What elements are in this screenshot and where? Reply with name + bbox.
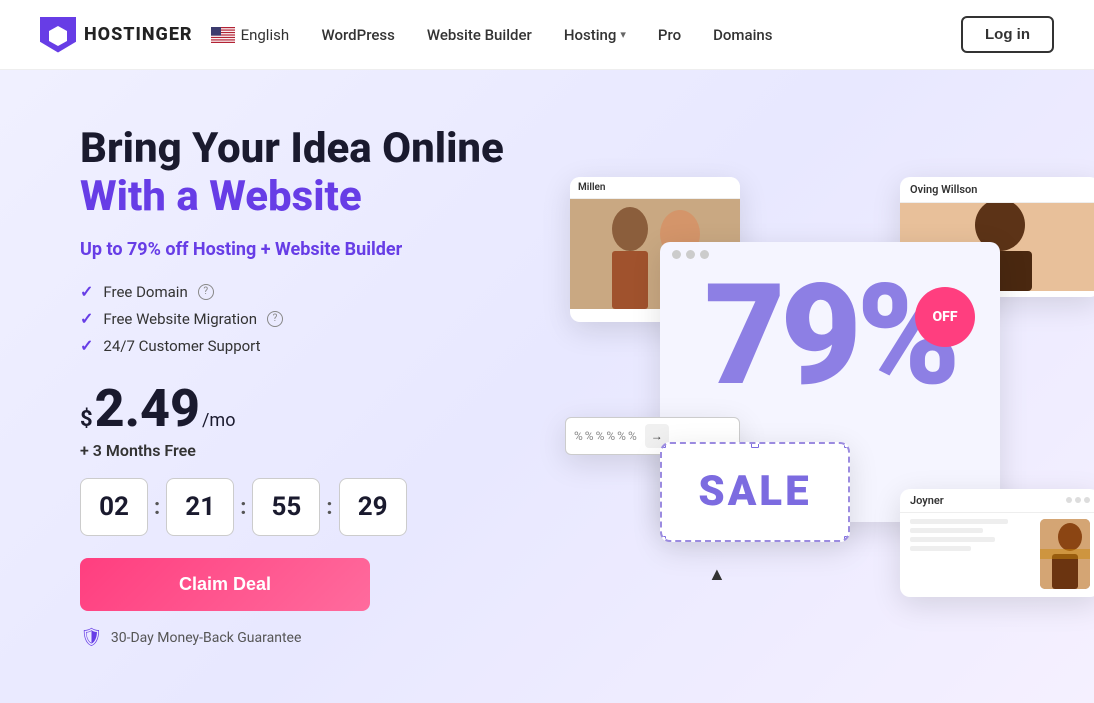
joyner-line-4 [910,546,971,551]
hero-content: Bring Your Idea Online With a Website Up… [80,125,540,649]
check-icon-2: ✓ [80,309,93,328]
nav-links: WordPress Website Builder Hosting ▾ Pro … [322,26,773,44]
dot-1 [672,250,681,259]
oving-label: Oving Willson [900,177,1094,203]
flag-icon [211,27,235,43]
chevron-down-icon: ▾ [620,28,626,41]
millen-label: Millen [570,177,740,199]
language-label: English [241,26,290,44]
nav-pro[interactable]: Pro [658,26,681,44]
off-badge: OFF [915,287,975,347]
info-icon-migration[interactable]: ? [267,311,283,327]
joyner-body [900,513,1094,595]
sale-text: SALE [698,467,811,516]
joyner-line-1 [910,519,1008,524]
handle-br [844,536,850,542]
nav-wordpress[interactable]: WordPress [322,26,395,44]
feature-domain: ✓ Free Domain ? [80,282,540,301]
joyner-line-3 [910,537,995,542]
check-icon: ✓ [80,282,93,301]
hero-title-line1: Bring Your Idea Online [80,125,540,173]
navbar: HOSTINGER English WordPress Website Buil… [0,0,1094,70]
logo-text: HOSTINGER [84,24,193,45]
nav-website-builder[interactable]: Website Builder [427,26,532,44]
info-icon-domain[interactable]: ? [198,284,214,300]
price-display: $ 2.49 /mo [80,383,540,435]
countdown-sep-3: : [326,495,332,520]
dot-2 [686,250,695,259]
joyner-text-area [910,519,1032,589]
countdown-sep-1: : [154,495,160,520]
login-button[interactable]: Log in [961,16,1054,53]
hero-section: Bring Your Idea Online With a Website Up… [0,70,1094,703]
card-joyner: Joyner [900,489,1094,597]
countdown-frames: 29 [339,478,407,536]
price-extra: + 3 Months Free [80,441,540,460]
joyner-img-svg [1040,519,1090,589]
check-icon-3: ✓ [80,336,93,355]
shield-icon: 🛡 [80,627,103,648]
hero-title-line2: With a Website [80,173,540,221]
nav-hosting[interactable]: Hosting ▾ [564,26,626,44]
countdown-timer: 02 : 21 : 55 : 29 [80,478,540,536]
promo-code-text: %%%%%% [574,429,639,443]
countdown-hours: 02 [80,478,148,536]
handle-tm [751,442,759,448]
cursor-icon: ▲ [708,564,726,585]
logo-icon [40,17,76,53]
countdown-sep-2: : [240,495,246,520]
hero-subtitle: Up to 79% off Hosting + Website Builder [80,239,540,260]
features-list: ✓ Free Domain ? ✓ Free Website Migration… [80,282,540,355]
joyner-dots [1066,497,1090,503]
hero-visual-area: Millen Oving Willson [540,177,1094,597]
countdown-seconds: 55 [252,478,320,536]
guarantee-text: 🛡 30-Day Money-Back Guarantee [80,627,540,648]
joyner-line-2 [910,528,983,533]
joyner-image [1040,519,1090,589]
claim-deal-button[interactable]: Claim Deal [80,558,370,611]
language-selector[interactable]: English [211,26,290,44]
hero-illustration: Millen Oving Willson [540,177,1094,597]
countdown-minutes: 21 [166,478,234,536]
feature-migration: ✓ Free Website Migration ? [80,309,540,328]
nav-domains[interactable]: Domains [713,26,772,44]
handle-bl [660,536,666,542]
feature-support: ✓ 24/7 Customer Support [80,336,540,355]
card-sale: SALE [660,442,850,542]
joyner-header: Joyner [900,489,1094,513]
logo[interactable]: HOSTINGER [40,17,193,53]
